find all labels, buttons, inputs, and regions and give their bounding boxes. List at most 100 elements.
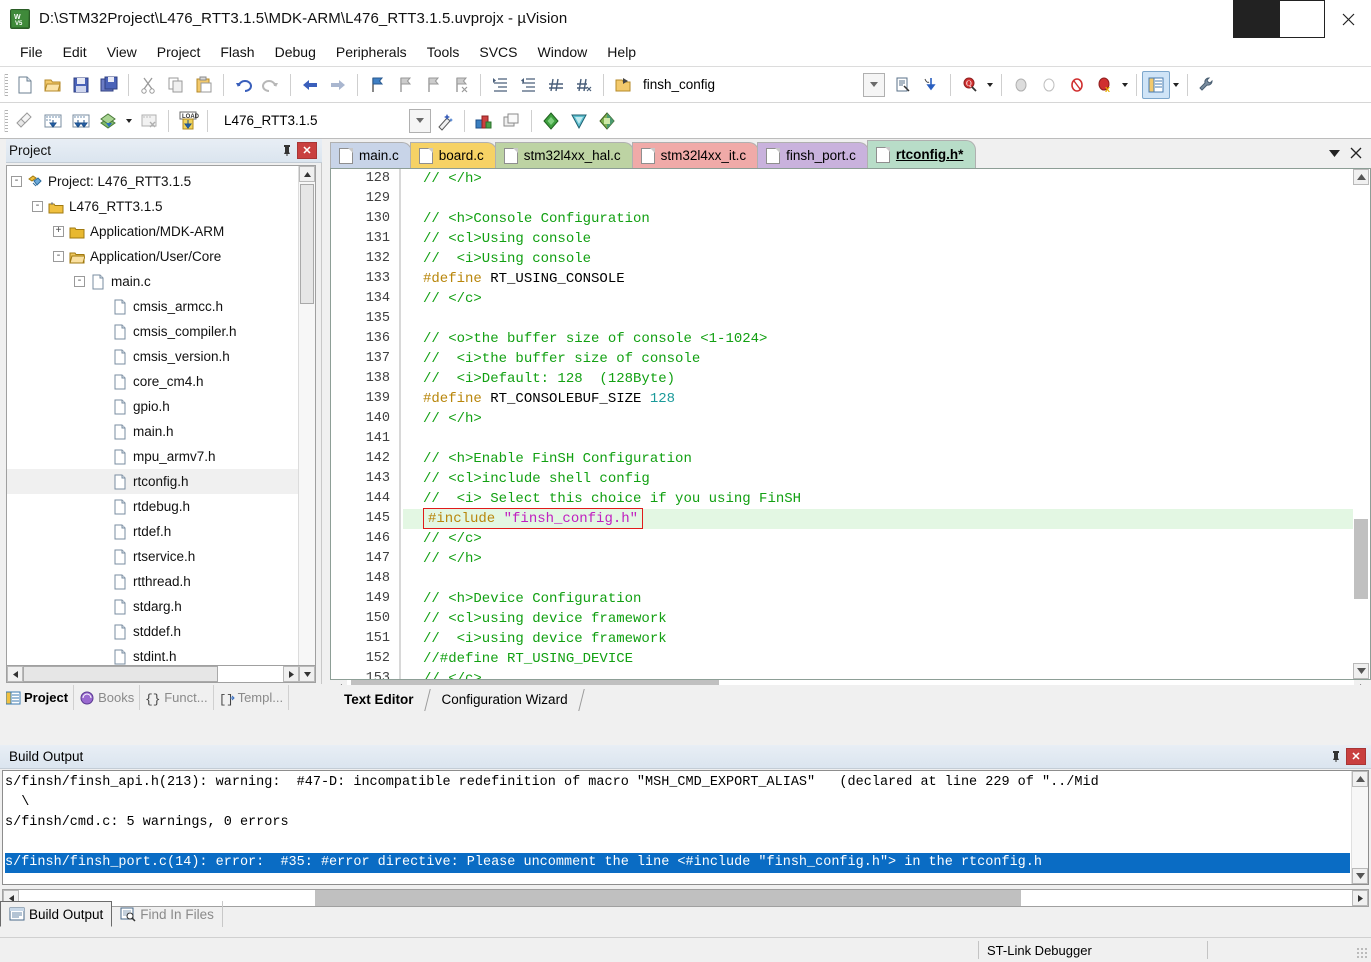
tree-expand-icon[interactable]: +: [53, 226, 64, 237]
menu-svcs[interactable]: SVCS: [469, 40, 527, 64]
toolbar-grip[interactable]: [4, 74, 8, 96]
chevron-down-icon[interactable]: [1323, 142, 1345, 164]
close-icon[interactable]: ✕: [297, 142, 317, 159]
editor-tab-main-c[interactable]: main.c: [330, 142, 412, 168]
project-tab-funct[interactable]: {}Funct...: [140, 685, 213, 710]
build-icon[interactable]: [39, 107, 67, 135]
find-dropdown[interactable]: [984, 71, 996, 99]
editor-tab-finsh-port-c[interactable]: finsh_port.c: [757, 142, 869, 168]
tree-item-core-cm4-h[interactable]: core_cm4.h: [7, 369, 299, 394]
kill-breakpoints-icon[interactable]: x: [1091, 71, 1119, 99]
toolbar-grip[interactable]: [4, 110, 8, 132]
scroll-thumb[interactable]: [300, 184, 314, 304]
code-line[interactable]: // <o>the buffer size of console <1-1024…: [403, 329, 1353, 349]
batch-build-dropdown[interactable]: [123, 107, 135, 135]
navigate-forward-icon[interactable]: [324, 71, 352, 99]
menu-help[interactable]: Help: [597, 40, 646, 64]
find-in-files-icon[interactable]: [917, 71, 945, 99]
code-line[interactable]: // </h>: [403, 409, 1353, 429]
breakpoint-icon[interactable]: [1063, 71, 1091, 99]
undo-icon[interactable]: [229, 71, 257, 99]
build-tab-build-output[interactable]: Build Output: [0, 901, 112, 927]
comment-block-icon[interactable]: [542, 71, 570, 99]
tree-collapse-icon[interactable]: -: [74, 276, 85, 287]
build-output-line[interactable]: s/finsh/finsh_api.h(213): warning: #47-D…: [5, 773, 1350, 793]
indent-icon[interactable]: [486, 71, 514, 99]
tree-collapse-icon[interactable]: -: [53, 251, 64, 262]
manage-run-time-icon[interactable]: [470, 107, 498, 135]
project-tree-hscrollbar[interactable]: [6, 665, 316, 683]
tree-item-cmsis-version-h[interactable]: cmsis_version.h: [7, 344, 299, 369]
code-line[interactable]: [403, 189, 1353, 209]
tree-item-application-mdk-arm[interactable]: +Application/MDK-ARM: [7, 219, 299, 244]
code-line[interactable]: // <cl>include shell config: [403, 469, 1353, 489]
pack-installer-3-icon[interactable]: [593, 107, 621, 135]
hscroll-thumb[interactable]: [23, 666, 218, 682]
code-line[interactable]: #define RT_CONSOLEBUF_SIZE 128: [403, 389, 1353, 409]
code-line[interactable]: // <cl>Using console: [403, 229, 1353, 249]
scroll-up-icon[interactable]: [1352, 771, 1368, 787]
start-debug-icon[interactable]: [1007, 71, 1035, 99]
code-line[interactable]: // </h>: [403, 169, 1353, 189]
tree-item-stddef-h[interactable]: stddef.h: [7, 619, 299, 644]
outdent-icon[interactable]: [514, 71, 542, 99]
code-line[interactable]: [403, 569, 1353, 589]
window-layout-icon[interactable]: [1142, 71, 1170, 99]
translate-icon[interactable]: [11, 107, 39, 135]
resize-grip[interactable]: [1356, 947, 1368, 959]
editor-tab-stm32l4xx-it-c[interactable]: stm32l4xx_it.c: [632, 142, 760, 168]
scroll-down-icon[interactable]: [1352, 868, 1368, 884]
target-selector[interactable]: L476_RTT3.1.5: [219, 108, 409, 133]
cut-icon[interactable]: [134, 71, 162, 99]
code-line[interactable]: // <cl>using device framework: [403, 609, 1353, 629]
close-icon[interactable]: ✕: [1346, 748, 1366, 765]
tree-item-cmsis-armcc-h[interactable]: cmsis_armcc.h: [7, 294, 299, 319]
menu-window[interactable]: Window: [528, 40, 598, 64]
tree-item-project-l476-rtt3-1-5[interactable]: -Project: L476_RTT3.1.5: [7, 169, 299, 194]
stop-debug-icon[interactable]: [1035, 71, 1063, 99]
pin-icon[interactable]: [1326, 747, 1346, 767]
editor-tab-board-c[interactable]: board.c: [410, 142, 497, 168]
target-dropdown[interactable]: [409, 109, 431, 133]
tree-item-rtdebug-h[interactable]: rtdebug.h: [7, 494, 299, 519]
save-all-icon[interactable]: [95, 71, 123, 99]
new-file-icon[interactable]: [11, 71, 39, 99]
code-line[interactable]: #define RT_USING_CONSOLE: [403, 269, 1353, 289]
tree-item-cmsis-compiler-h[interactable]: cmsis_compiler.h: [7, 319, 299, 344]
tree-item-mpu-armv7-h[interactable]: mpu_armv7.h: [7, 444, 299, 469]
redo-icon[interactable]: [257, 71, 285, 99]
code-line[interactable]: //#define RT_USING_DEVICE: [403, 649, 1353, 669]
code-editor[interactable]: 1281291301311321331341351361371381391401…: [330, 168, 1371, 680]
code-line[interactable]: // </c>: [403, 669, 1353, 680]
editor-mode-tab-configuration-wizard[interactable]: Configuration Wizard: [428, 687, 582, 711]
code-line[interactable]: // <i>Default: 128 (128Byte): [403, 369, 1353, 389]
scroll-left-icon[interactable]: [7, 666, 23, 682]
tree-item-l476-rtt3-1-5[interactable]: -L476_RTT3.1.5: [7, 194, 299, 219]
code-line[interactable]: // </h>: [403, 549, 1353, 569]
file-combo-dropdown[interactable]: [863, 73, 885, 97]
tree-item-gpio-h[interactable]: gpio.h: [7, 394, 299, 419]
code-line[interactable]: // <i>Using console: [403, 249, 1353, 269]
build-output-vscrollbar[interactable]: [1351, 771, 1368, 884]
editor-mode-tab-text-editor[interactable]: Text Editor: [330, 687, 428, 711]
menu-peripherals[interactable]: Peripherals: [326, 40, 417, 64]
menu-debug[interactable]: Debug: [265, 40, 326, 64]
pack-installer-icon[interactable]: [537, 107, 565, 135]
build-output-text[interactable]: s/finsh/finsh_api.h(213): warning: #47-D…: [2, 770, 1369, 885]
close-icon[interactable]: [1345, 142, 1367, 164]
build-output-line[interactable]: s/finsh/cmd.c: 5 warnings, 0 errors: [5, 813, 1350, 833]
tree-item-rtconfig-h[interactable]: rtconfig.h: [7, 469, 299, 494]
paste-icon[interactable]: [190, 71, 218, 99]
minimize-button[interactable]: [1233, 0, 1279, 38]
code-line[interactable]: // </c>: [403, 289, 1353, 309]
build-output-line[interactable]: \: [5, 793, 1350, 813]
open-file-icon[interactable]: [39, 71, 67, 99]
hscroll-dropdown-icon[interactable]: [299, 666, 315, 682]
code-line[interactable]: // <i> Select this choice if you using F…: [403, 489, 1353, 509]
code-line[interactable]: // <i>using device framework: [403, 629, 1353, 649]
maximize-button[interactable]: [1279, 0, 1325, 38]
uncomment-block-icon[interactable]: [570, 71, 598, 99]
copy-icon[interactable]: [162, 71, 190, 99]
tree-collapse-icon[interactable]: -: [11, 176, 22, 187]
close-button[interactable]: [1325, 0, 1371, 38]
